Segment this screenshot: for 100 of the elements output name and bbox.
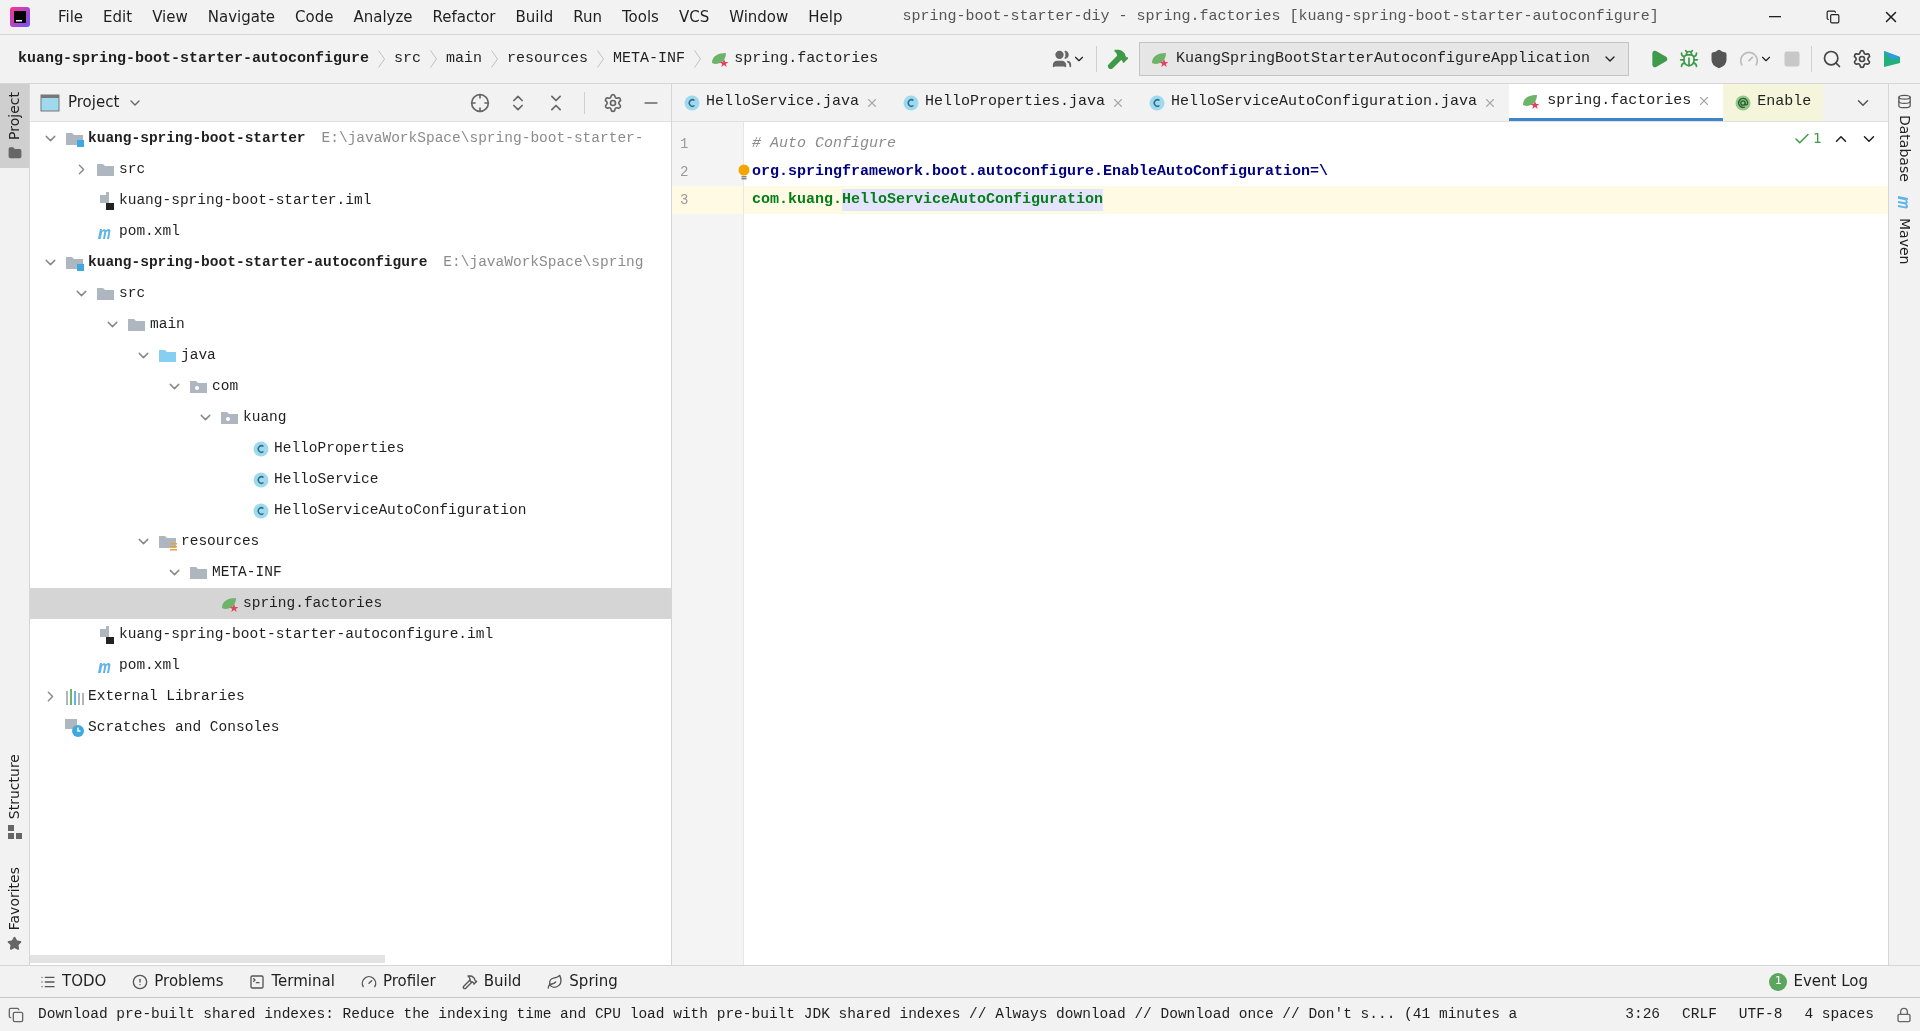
breadcrumb[interactable]: resources — [507, 47, 589, 71]
users-icon[interactable] — [1051, 49, 1072, 69]
window-title: spring-boot-starter-diy - spring.factories [kuang-spring-boot-starter-autoconfigure] — [902, 6, 1659, 27]
tree-item[interactable]: kuang-spring-boot-starter-autoconfigure.iml — [30, 619, 671, 650]
editor-tab[interactable]: HelloService.java — [672, 84, 892, 121]
menu-item[interactable]: View — [142, 5, 198, 29]
tree-item[interactable]: main — [30, 309, 671, 340]
tree-item[interactable]: pom.xml — [30, 650, 671, 681]
tree-item[interactable]: src — [30, 278, 671, 309]
breadcrumb[interactable]: META-INF — [613, 47, 686, 71]
tree-item[interactable]: kuang-spring-boot-starter-autoconfigure E:\javaWorkSpace\spring — [30, 247, 671, 278]
event-log-button[interactable]: 1 Event Log — [1769, 970, 1868, 993]
tool-window-tab[interactable]: Maven — [1894, 195, 1915, 265]
locate-crosshair-icon[interactable] — [470, 92, 490, 113]
tree-item-label: kuang-spring-boot-starter — [88, 128, 306, 148]
coverage-shield-icon[interactable] — [1709, 49, 1729, 69]
tool-window-button[interactable]: Spring — [547, 970, 618, 993]
tool-window-tab[interactable]: Database — [1894, 94, 1915, 182]
tool-window-tab[interactable]: Favorites — [0, 862, 29, 955]
tree-item[interactable]: External Libraries — [30, 681, 671, 712]
line-number: 2 — [679, 162, 690, 182]
breadcrumb[interactable]: main — [446, 47, 483, 71]
breadcrumb[interactable]: src — [394, 47, 422, 71]
panel-title[interactable]: Project — [68, 91, 120, 114]
tool-windows-icon[interactable] — [8, 1006, 24, 1023]
tree-item[interactable]: HelloProperties — [30, 433, 671, 464]
tree-item-label: resources — [181, 531, 260, 551]
editor-tab[interactable]: HelloProperties.java — [891, 84, 1138, 121]
tree-item[interactable]: spring.factories — [30, 588, 671, 619]
tree-item[interactable]: src — [30, 154, 671, 185]
tree-item-label: main — [150, 314, 185, 334]
breadcrumb-separator-icon — [378, 50, 386, 68]
tree-item[interactable]: kuang-spring-boot-starter E:\javaWorkSpace\spring-boot-starter- — [30, 123, 671, 154]
tree-item[interactable]: com — [30, 371, 671, 402]
menu-item[interactable]: Tools — [611, 5, 669, 29]
menu-item[interactable]: Code — [285, 5, 344, 29]
tree-item-label: HelloProperties — [274, 438, 405, 458]
menu-item[interactable]: Window — [719, 5, 799, 29]
scrollbar-thumb[interactable] — [30, 955, 385, 963]
lightbulb-icon[interactable] — [738, 164, 750, 180]
settings-icon[interactable] — [603, 92, 623, 113]
class-icon — [253, 502, 269, 519]
settings-icon[interactable] — [1852, 49, 1872, 69]
tree-item[interactable]: HelloServiceAutoConfiguration — [30, 495, 671, 526]
inspection-count[interactable]: 1 — [1813, 128, 1822, 149]
leaf-star-icon — [220, 595, 240, 612]
file-encoding[interactable]: UTF-8 — [1738, 1003, 1783, 1026]
tool-window-button[interactable]: TODO — [40, 970, 107, 993]
tree-item[interactable]: Scratches and Consoles — [30, 712, 671, 743]
menu-item[interactable]: Build — [505, 5, 564, 29]
breadcrumb-separator-icon — [694, 50, 702, 68]
tree-item[interactable]: kuang-spring-boot-starter.iml — [30, 185, 671, 216]
line-ending[interactable]: CRLF — [1682, 1003, 1717, 1026]
tree-item-label: Scratches and Consoles — [88, 717, 280, 737]
line-number: 1 — [679, 134, 690, 154]
tree-item[interactable]: pom.xml — [30, 216, 671, 247]
tool-window-button[interactable]: Problems — [132, 970, 224, 993]
editor-tab[interactable]: spring.factories — [1509, 84, 1724, 121]
menu-item[interactable]: File — [48, 5, 94, 29]
indent-setting[interactable]: 4 spaces — [1804, 1003, 1874, 1026]
plugin-logo-icon[interactable] — [1882, 49, 1902, 69]
lock-icon[interactable] — [1896, 1006, 1912, 1023]
terminal-icon — [249, 973, 266, 990]
menu-item[interactable]: Help — [798, 5, 853, 29]
breadcrumb-separator-icon — [430, 50, 438, 68]
tree-item[interactable]: HelloService — [30, 464, 671, 495]
leaf-star-icon — [1521, 93, 1542, 109]
tree-item[interactable]: kuang — [30, 402, 671, 433]
caret-position[interactable]: 3:26 — [1625, 1003, 1661, 1026]
tree-item-label: pom.xml — [119, 221, 180, 241]
hammer-icon[interactable] — [1106, 48, 1129, 70]
menu-item[interactable]: Refactor — [422, 5, 506, 29]
tree-item[interactable]: META-INF — [30, 557, 671, 588]
editor-tab[interactable]: Enable — [1723, 84, 1824, 121]
run-configuration-dropdown[interactable]: KuangSpringBootStarterAutoconfigureApplication — [1138, 42, 1629, 76]
tree-item[interactable]: resources — [30, 526, 671, 557]
status-message[interactable]: Download pre-built shared indexes: Reduce the indexing time and CPU load with pre-built JDK shared indexes // Always download // Download once // Don't s... (41 minutes a — [38, 1003, 1518, 1026]
tree-item-label: HelloServiceAutoConfiguration — [274, 500, 527, 520]
breadcrumb[interactable]: spring.factories — [710, 47, 879, 71]
module-path: E:\javaWorkSpace\spring-boot-starter- — [321, 128, 644, 148]
debug-bug-icon[interactable] — [1679, 49, 1699, 69]
menu-item[interactable]: Analyze — [343, 5, 423, 29]
tool-window-button[interactable]: Profiler — [360, 970, 436, 993]
module-path: E:\javaWorkSpace\spring — [443, 252, 644, 272]
menu-item[interactable]: Run — [563, 5, 612, 29]
database-icon — [1897, 94, 1912, 109]
breadcrumb[interactable]: kuang-spring-boot-starter-autoconfigure — [18, 47, 370, 71]
menu-item[interactable]: Edit — [93, 5, 143, 29]
leaf-star-icon — [710, 51, 731, 67]
tree-item[interactable]: java — [30, 340, 671, 371]
run-icon[interactable] — [1649, 49, 1669, 69]
tool-window-tab[interactable]: Project — [0, 84, 29, 168]
tool-window-button[interactable]: Build — [461, 970, 522, 993]
tool-window-button[interactable]: Terminal — [249, 970, 335, 993]
menu-item[interactable]: Navigate — [197, 5, 286, 29]
tool-window-tab[interactable]: Structure — [0, 749, 29, 843]
breadcrumb-separator-icon — [597, 50, 605, 68]
editor-tab[interactable]: HelloServiceAutoConfiguration.java — [1137, 84, 1510, 121]
menu-item[interactable]: VCS — [668, 5, 720, 29]
search-icon[interactable] — [1822, 49, 1842, 69]
